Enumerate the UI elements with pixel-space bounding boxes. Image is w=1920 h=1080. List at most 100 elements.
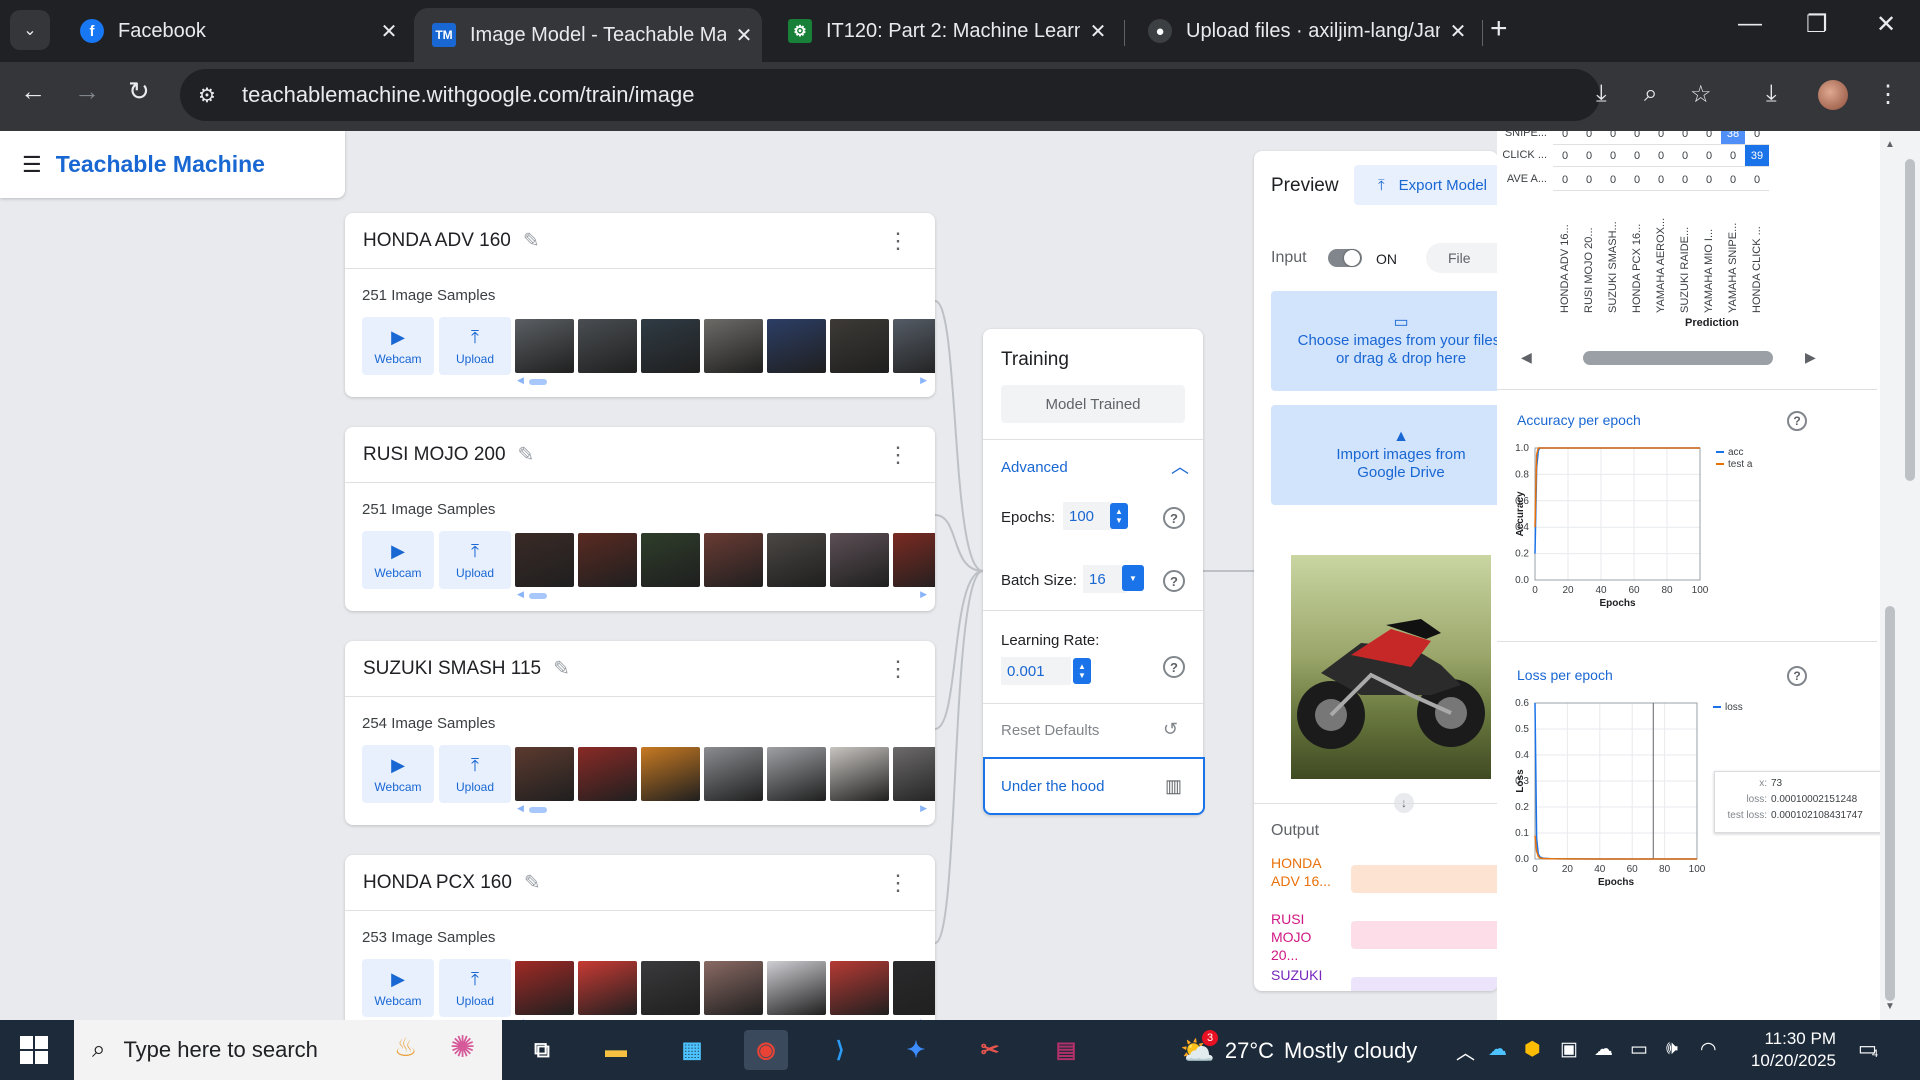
file-drop-zone[interactable]: ▭ Choose images from your files, or drag… (1271, 291, 1498, 391)
scroll-right-icon[interactable]: ▶ (920, 375, 927, 386)
thumbnail-scrollbar[interactable]: ◀ ▶ (517, 803, 927, 814)
webcam-button[interactable]: ▶ Webcam (362, 959, 434, 1017)
close-window-icon[interactable]: ✕ (1876, 10, 1896, 39)
upload-button[interactable]: ⤒ Upload (439, 531, 511, 589)
cloud-sync-icon[interactable]: ☁ (1594, 1038, 1613, 1061)
close-icon[interactable]: ✕ (371, 19, 407, 44)
sample-thumbnail[interactable] (704, 533, 763, 587)
thumbnail-scrollbar[interactable]: ◀ ▶ (517, 589, 927, 600)
file-explorer-icon[interactable]: ▬ (594, 1030, 638, 1070)
caret-down-icon[interactable]: ▼ (1078, 671, 1086, 680)
horizontal-scrollbar[interactable] (1583, 351, 1773, 365)
notification-center-icon[interactable]: ▭ 4 (1858, 1036, 1878, 1061)
advanced-toggle[interactable]: Advanced (1001, 459, 1068, 476)
sample-thumbnail[interactable] (641, 319, 700, 373)
site-settings-icon[interactable]: ⚙ (198, 83, 224, 108)
chrome-icon[interactable]: ◉ (744, 1030, 788, 1070)
tab-search-button[interactable]: ⌄ (10, 10, 50, 50)
dropdown-arrow-icon[interactable]: ▼ (1122, 565, 1144, 591)
help-icon[interactable]: ? (1163, 507, 1185, 529)
sample-thumbnail[interactable] (578, 747, 637, 801)
sample-thumbnail[interactable] (515, 747, 574, 801)
new-tab-button[interactable]: + (1490, 12, 1508, 46)
winrar-icon[interactable]: ▤ (1044, 1030, 1088, 1070)
webcam-button[interactable]: ▶ Webcam (362, 317, 434, 375)
download-icon[interactable]: ⤓ (1596, 80, 1607, 108)
scroll-down-icon[interactable]: ▼ (1885, 1001, 1895, 1012)
sample-thumbnail[interactable] (515, 961, 574, 1015)
side-panel-scrollbar[interactable]: ▲ ▼ (1880, 131, 1900, 1020)
sample-thumbnail[interactable] (830, 961, 889, 1015)
scroll-right-icon[interactable]: ▶ (920, 589, 927, 600)
forward-icon[interactable]: → (74, 76, 100, 107)
under-the-hood-button[interactable]: Under the hood ▥ (983, 757, 1205, 815)
pencil-icon[interactable]: ✎ (524, 870, 541, 895)
more-options-icon[interactable]: ⋮ (887, 442, 909, 468)
close-icon[interactable]: ✕ (1440, 19, 1476, 44)
webcam-button[interactable]: ▶ Webcam (362, 531, 434, 589)
sample-thumbnail[interactable] (578, 961, 637, 1015)
more-options-icon[interactable]: ⋮ (887, 228, 909, 254)
restore-icon[interactable]: ❐ (1806, 10, 1828, 39)
page-scrollbar[interactable] (1900, 131, 1920, 1020)
upload-button[interactable]: ⤒ Upload (439, 745, 511, 803)
back-icon[interactable]: ← (20, 76, 46, 107)
thumbnail-strip[interactable] (515, 961, 935, 1015)
sample-thumbnail[interactable] (767, 961, 826, 1015)
help-icon[interactable]: ? (1787, 666, 1807, 686)
close-icon[interactable]: ✕ (726, 23, 762, 48)
scroll-thumb[interactable] (1905, 159, 1915, 481)
scroll-thumb[interactable] (1885, 606, 1895, 1001)
upload-button[interactable]: ⤒ Upload (439, 317, 511, 375)
sample-thumbnail[interactable] (830, 319, 889, 373)
sample-thumbnail[interactable] (515, 533, 574, 587)
url-text[interactable]: teachablemachine.withgoogle.com/train/im… (242, 82, 694, 108)
epochs-input[interactable]: 100 (1063, 502, 1113, 530)
help-icon[interactable]: ? (1163, 570, 1185, 592)
vscode-icon[interactable]: ⟩ (818, 1030, 862, 1070)
more-options-icon[interactable]: ⋮ (887, 870, 909, 896)
downloads-icon[interactable]: ⤓ (1766, 80, 1777, 108)
learning-rate-stepper[interactable]: ▲ ▼ (1073, 658, 1091, 684)
microsoft-store-icon[interactable]: ▦ (670, 1030, 714, 1070)
close-icon[interactable]: ✕ (1080, 19, 1116, 44)
sample-thumbnail[interactable] (578, 533, 637, 587)
profile-avatar[interactable] (1818, 80, 1848, 110)
upload-button[interactable]: ⤒ Upload (439, 959, 511, 1017)
class-name[interactable]: SUZUKI SMASH 115 (363, 658, 541, 680)
scroll-left-icon[interactable]: ◀ (517, 589, 524, 600)
menu-dots-icon[interactable]: ⋮ (1876, 80, 1900, 109)
sample-thumbnail[interactable] (641, 747, 700, 801)
messenger-icon[interactable]: ✦ (894, 1030, 938, 1070)
sample-thumbnail[interactable] (641, 533, 700, 587)
tab-github[interactable]: ● Upload files · axiljim-lang/Jamit ✕ (1130, 8, 1476, 54)
app-title[interactable]: Teachable Machine (56, 151, 265, 178)
sample-thumbnail[interactable] (515, 319, 574, 373)
sample-thumbnail[interactable] (830, 533, 889, 587)
scroll-up-icon[interactable]: ▲ (1885, 139, 1895, 150)
sample-thumbnail[interactable] (830, 747, 889, 801)
scroll-right-icon[interactable]: ▶ (920, 803, 927, 814)
batch-size-select[interactable]: 16 (1083, 565, 1127, 593)
scroll-left-icon[interactable]: ◀ (1521, 349, 1532, 366)
thumbnail-strip[interactable] (515, 747, 935, 801)
weather-widget[interactable]: ⛅ 3 27°C Mostly cloudy (1180, 1030, 1417, 1067)
class-name[interactable]: RUSI MOJO 200 (363, 444, 506, 466)
sample-thumbnail[interactable] (578, 319, 637, 373)
tab-teachable-machine[interactable]: TM Image Model - Teachable Mach ✕ (414, 8, 762, 62)
class-name[interactable]: HONDA PCX 160 (363, 872, 512, 894)
more-options-icon[interactable]: ⋮ (887, 656, 909, 682)
history-icon[interactable]: ↺ (1163, 719, 1178, 740)
train-model-button[interactable]: Model Trained (1001, 385, 1185, 423)
scroll-thumb[interactable] (529, 593, 547, 599)
sample-thumbnail[interactable] (704, 319, 763, 373)
sample-thumbnail[interactable] (893, 747, 935, 801)
minimize-icon[interactable]: — (1738, 10, 1762, 38)
thumbnail-scrollbar[interactable]: ◀ ▶ (517, 375, 927, 386)
chevron-up-icon[interactable]: ︿ (1171, 453, 1189, 479)
show-hidden-icons-chevron[interactable]: ︿ (1456, 1038, 1475, 1065)
battery-icon[interactable]: ▭ (1630, 1038, 1648, 1061)
pencil-icon[interactable]: ✎ (523, 228, 540, 253)
input-toggle[interactable] (1328, 249, 1362, 267)
taskbar-search[interactable]: ⌕ Type here to search ♨ ✺ (74, 1020, 502, 1080)
